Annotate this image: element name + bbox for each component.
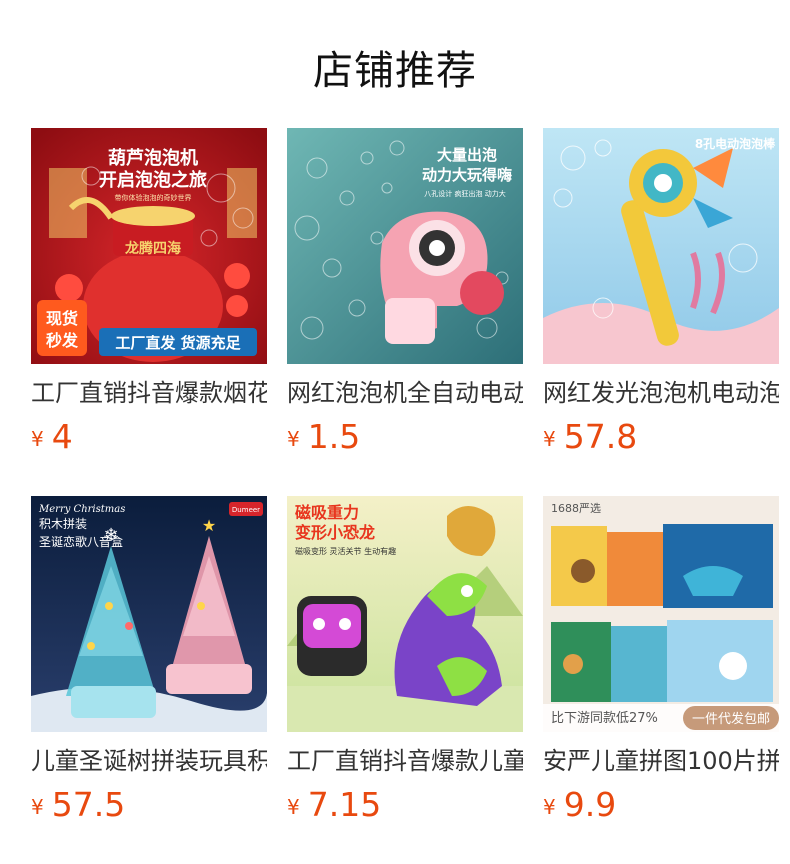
thumb-heading: 大量出泡 [437,146,497,164]
thumb-heading: 动力大玩得嗨 [422,166,512,184]
product-card[interactable]: 葫芦泡泡机 开启泡泡之旅 带你体验泡泡的奇妙世界 龙腾四海 现货 秒发 工厂直发… [31,128,267,456]
product-card[interactable]: 1688严选 比下游同款低27% 一件代发包邮 安严儿童拼图100片拼图玩具 ¥… [543,496,779,824]
product-card[interactable]: ❄ ★ Merry Christmas 积木拼装 圣诞恋歌八音盒 Dumeer … [31,496,267,824]
currency-symbol: ¥ [287,427,300,451]
product-image[interactable]: 磁吸重力 变形小恐龙 磁吸变形 灵活关节 生动有趣 [287,496,523,732]
product-card[interactable]: 磁吸重力 变形小恐龙 磁吸变形 灵活关节 生动有趣 工厂直销抖音爆款儿童变形恐龙… [287,496,523,824]
thumb-banner: 一件代发包邮 [692,711,770,727]
thumb-heading: 变形小恐龙 [295,523,375,542]
product-price: ¥9.9 [543,786,616,830]
product-image[interactable]: ❄ ★ Merry Christmas 积木拼装 圣诞恋歌八音盒 Dumeer [31,496,267,732]
thumb-tag: 1688严选 [551,502,601,515]
currency-symbol: ¥ [31,427,44,451]
thumb-heading: 磁吸重力 [295,503,359,522]
product-price: ¥7.15 [287,786,381,830]
price-value: 1.5 [307,417,361,456]
product-price: ¥4 [31,418,73,462]
product-name[interactable]: 工厂直销抖音爆款儿童变形恐龙 [287,746,523,776]
product-name[interactable]: 网红泡泡机全自动电动吹泡泡 [287,378,523,408]
price-value: 57.5 [51,785,126,824]
thumb-jar-label: 龙腾四海 [124,240,181,257]
currency-symbol: ¥ [543,427,556,451]
thumb-subtitle: 磁吸变形 灵活关节 生动有趣 [295,546,396,556]
thumb-caption: Merry Christmas [38,504,125,515]
product-price: ¥57.8 [543,418,637,462]
price-value: 4 [51,417,73,456]
product-name[interactable]: 儿童圣诞树拼装玩具积木八音盒 [31,746,267,776]
thumb-heading: 圣诞恋歌八音盒 [39,534,123,549]
product-image[interactable]: 8孔电动泡泡棒 [543,128,779,364]
thumb-subtitle: 八孔设计 疯狂出泡 动力大 [424,189,505,198]
svg-text:★: ★ [202,516,216,535]
currency-symbol: ¥ [287,795,300,819]
currency-symbol: ¥ [31,795,44,819]
price-value: 7.15 [307,785,382,824]
product-card[interactable]: 大量出泡 动力大玩得嗨 八孔设计 疯狂出泡 动力大 网红泡泡机全自动电动吹泡泡 … [287,128,523,456]
product-image[interactable]: 1688严选 比下游同款低27% 一件代发包邮 [543,496,779,732]
product-name[interactable]: 安严儿童拼图100片拼图玩具 [543,746,779,776]
product-image[interactable]: 葫芦泡泡机 开启泡泡之旅 带你体验泡泡的奇妙世界 龙腾四海 现货 秒发 工厂直发… [31,128,267,364]
price-value: 57.8 [563,417,638,456]
thumb-badge: 现货 [46,309,78,328]
thumb-heading: 8孔电动泡泡棒 [695,136,776,151]
currency-symbol: ¥ [543,795,556,819]
thumb-heading: 葫芦泡泡机 [108,147,198,169]
product-card[interactable]: 8孔电动泡泡棒 网红发光泡泡机电动泡泡棒 ¥57.8 [543,128,779,456]
product-name[interactable]: 网红发光泡泡机电动泡泡棒 [543,378,779,408]
brand-logo: Dumeer [232,506,260,514]
thumb-subtitle: 带你体验泡泡的奇妙世界 [115,193,192,202]
thumb-heading: 积木拼装 [39,517,87,531]
product-price: ¥1.5 [287,418,360,462]
thumb-banner: 工厂直发 货源充足 [115,334,241,352]
section-title: 店铺推荐 [313,48,477,94]
thumb-heading: 开启泡泡之旅 [99,169,207,191]
product-name[interactable]: 工厂直销抖音爆款烟花泡泡机 [31,378,267,408]
product-price: ¥57.5 [31,786,125,830]
thumb-banner: 比下游同款低27% [551,711,658,726]
price-value: 9.9 [563,785,617,824]
product-image[interactable]: 大量出泡 动力大玩得嗨 八孔设计 疯狂出泡 动力大 [287,128,523,364]
thumb-badge: 秒发 [46,331,79,350]
